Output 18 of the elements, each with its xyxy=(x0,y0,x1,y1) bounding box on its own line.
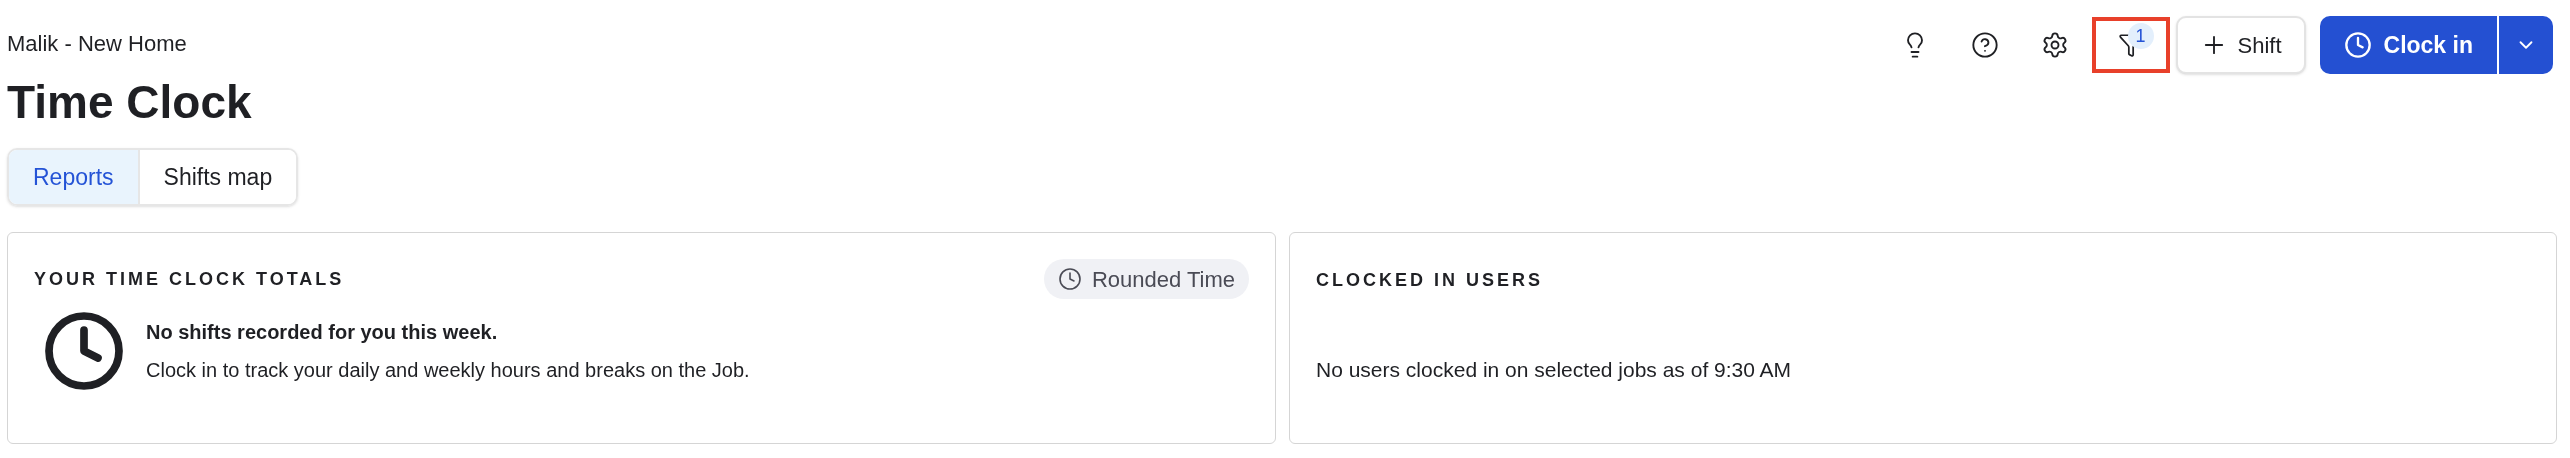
card-heading: YOUR TIME CLOCK TOTALS xyxy=(34,267,345,291)
clock-icon xyxy=(42,309,126,393)
clock-in-button[interactable]: Clock in xyxy=(2319,16,2497,74)
tab[interactable]: Shifts map xyxy=(137,150,297,204)
empty-state-text: No users clocked in on selected jobs as of 9:30 AM xyxy=(1316,357,1793,383)
page-title: Time Clock xyxy=(7,75,252,130)
breadcrumb: Malik - New Home xyxy=(7,30,188,58)
add-shift-button[interactable]: Shift xyxy=(2175,16,2306,74)
clock-icon xyxy=(2343,31,2372,59)
rounded-time-chip: Rounded Time xyxy=(1043,259,1249,299)
clock-icon xyxy=(1057,267,1082,291)
filter-button[interactable]: 1 xyxy=(2091,17,2170,73)
filter-count-badge: 1 xyxy=(2127,23,2154,49)
dropdown-caret-button[interactable] xyxy=(2499,16,2553,74)
empty-state-title: No shifts recorded for you this week. xyxy=(146,320,499,345)
card-heading: CLOCKED IN USERS xyxy=(1316,269,1544,292)
empty-state-text: Clock in to track your daily and weekly hours and breaks on the Job. xyxy=(146,358,750,383)
tab[interactable]: Reports xyxy=(9,150,138,204)
